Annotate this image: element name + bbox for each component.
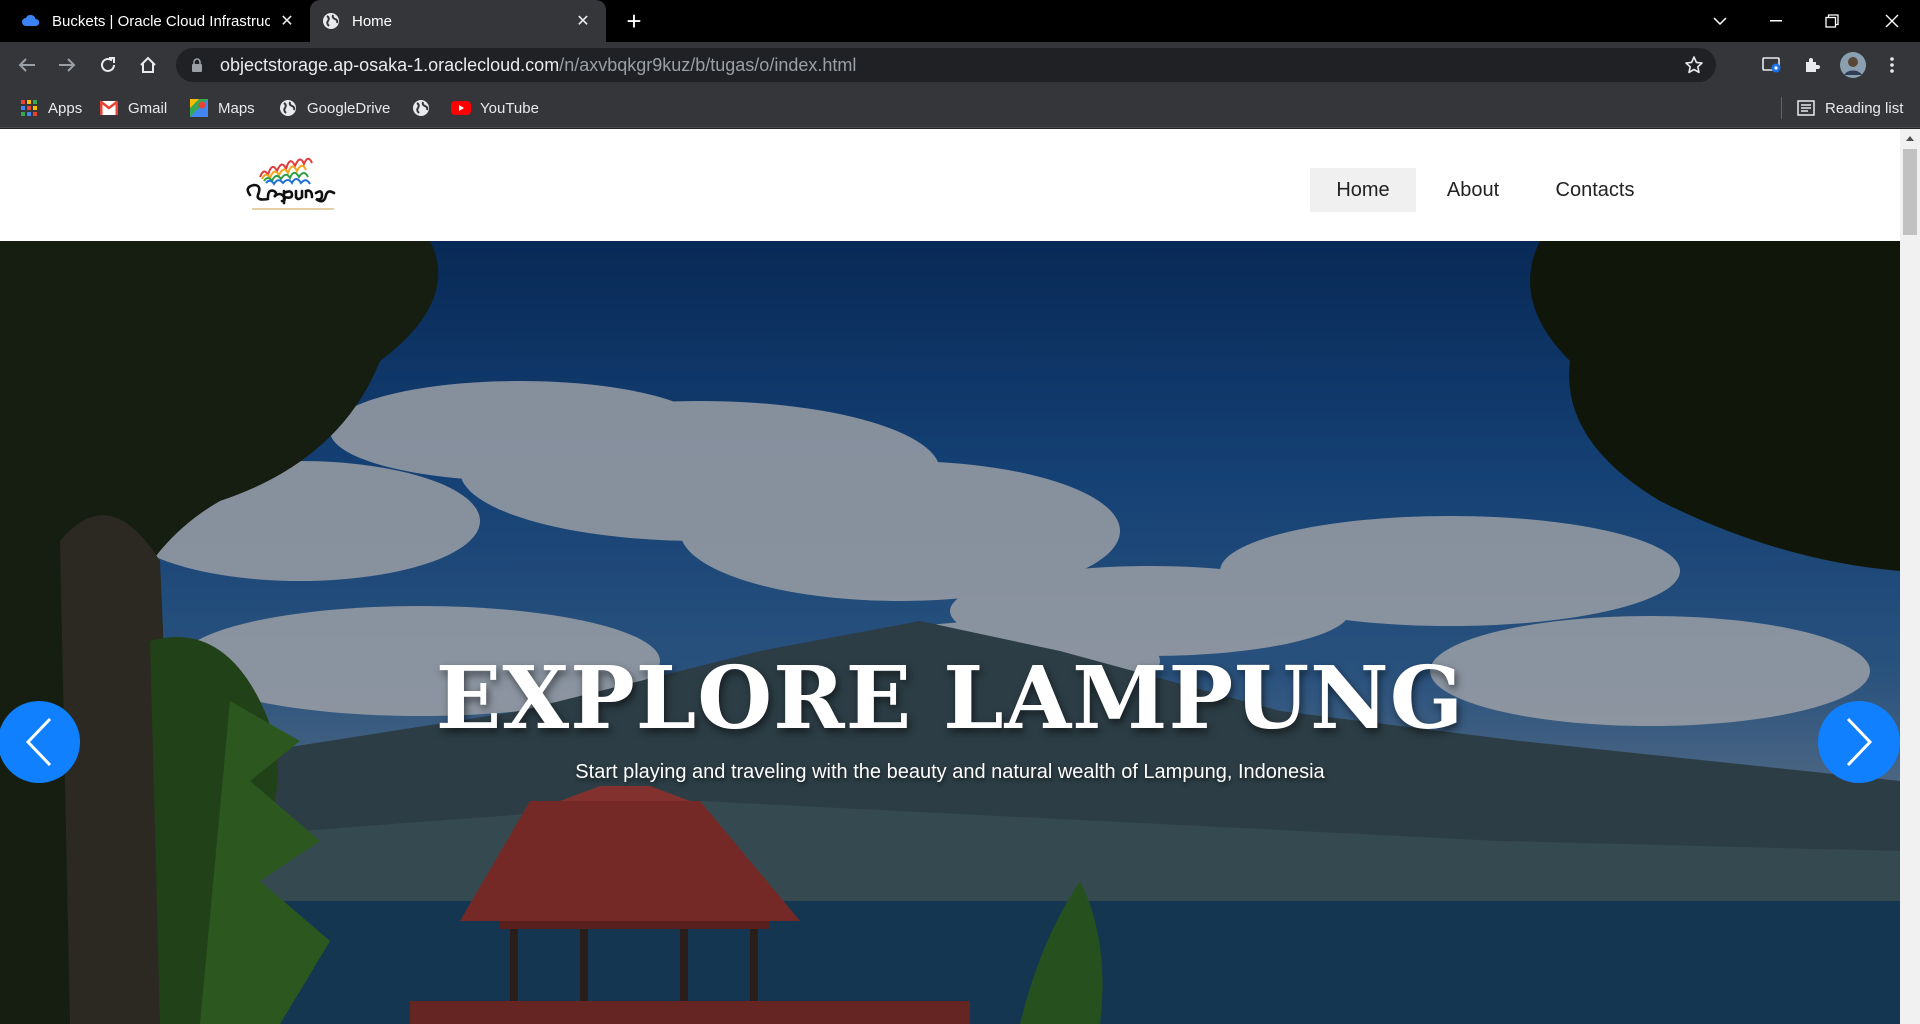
menu-dots-icon[interactable]	[1876, 49, 1908, 81]
bookmarks-bar: Apps Gmail Maps GoogleDrive YouTube Read…	[0, 88, 1920, 128]
reading-list-button[interactable]: Reading list	[1796, 88, 1903, 128]
tab-title: Home	[352, 12, 393, 30]
bookmark-label: GoogleDrive	[307, 99, 391, 117]
bookmark-label: Gmail	[128, 99, 168, 117]
extensions-icon[interactable]	[1796, 49, 1828, 81]
new-tab-button[interactable]: +	[620, 8, 648, 36]
web-page: Home About Contacts EXPLORE LAMPUNG Star…	[0, 129, 1900, 1024]
reading-list-label: Reading list	[1825, 99, 1904, 117]
bookmark-star-icon[interactable]	[1684, 55, 1704, 75]
nav-contacts[interactable]: Contacts	[1540, 168, 1650, 212]
bookmark-apps[interactable]: Apps	[19, 88, 82, 128]
cast-screenshot-icon[interactable]	[1756, 49, 1788, 81]
lock-icon[interactable]	[190, 57, 204, 73]
home-icon[interactable]	[132, 49, 164, 81]
hero-carousel: EXPLORE LAMPUNG Start playing and travel…	[0, 241, 1900, 1024]
hero-overlay	[0, 241, 1900, 1024]
url-path: /n/axvbqkgr9kuz/b/tugas/o/index.html	[559, 54, 857, 75]
chevron-right-icon	[1846, 717, 1873, 767]
reload-icon[interactable]	[92, 49, 124, 81]
bookmark-gmail[interactable]: Gmail	[99, 88, 167, 128]
avatar[interactable]	[1837, 49, 1869, 81]
bookmark-maps[interactable]: Maps	[189, 88, 255, 128]
hero-title: EXPLORE LAMPUNG	[435, 648, 1465, 749]
minimize-icon[interactable]	[1748, 0, 1804, 42]
url-host: objectstorage.ap-osaka-1.oraclecloud.com	[220, 54, 560, 75]
nav-about[interactable]: About	[1428, 168, 1518, 212]
browser-toolbar: objectstorage.ap-osaka-1.oraclecloud.com…	[0, 42, 1920, 88]
bookmark-label: Apps	[48, 99, 83, 117]
page-scrollbar[interactable]	[1900, 129, 1920, 1024]
globe-icon	[322, 12, 340, 30]
tab-search-icon[interactable]	[1692, 0, 1748, 42]
back-icon[interactable]	[11, 49, 43, 81]
tab-home[interactable]: Home ✕	[310, 0, 606, 42]
globe-icon	[411, 98, 431, 118]
maps-icon	[189, 98, 209, 118]
bookmarks-divider	[1781, 97, 1782, 119]
scroll-up-icon[interactable]	[1900, 129, 1920, 147]
bookmark-label: Maps	[218, 99, 255, 117]
nav-home[interactable]: Home	[1310, 168, 1416, 212]
lampung-logo[interactable]	[242, 155, 344, 217]
close-window-icon[interactable]	[1864, 0, 1920, 42]
globe-icon	[278, 98, 298, 118]
apps-grid-icon	[19, 98, 39, 118]
bookmark-youtube[interactable]: YouTube	[451, 88, 539, 128]
tab-strip: Buckets | Oracle Cloud Infrastruct ✕ Hom…	[0, 0, 1920, 42]
bookmark-globe[interactable]	[411, 88, 440, 128]
address-bar[interactable]: objectstorage.ap-osaka-1.oraclecloud.com…	[176, 48, 1716, 82]
site-header: Home About Contacts	[0, 129, 1900, 241]
tab-oracle-buckets[interactable]: Buckets | Oracle Cloud Infrastruct ✕	[10, 0, 310, 42]
hero-subtitle: Start playing and traveling with the bea…	[575, 761, 1325, 783]
youtube-icon	[451, 98, 471, 118]
restore-icon[interactable]	[1804, 0, 1860, 42]
tab-title: Buckets | Oracle Cloud Infrastruct	[52, 12, 270, 30]
close-icon[interactable]: ✕	[572, 10, 594, 32]
carousel-prev-button[interactable]	[0, 701, 80, 783]
carousel-next-button[interactable]	[1818, 701, 1900, 783]
cloud-icon	[22, 12, 40, 30]
url-text: objectstorage.ap-osaka-1.oraclecloud.com…	[220, 55, 856, 76]
scrollbar-thumb[interactable]	[1903, 149, 1917, 235]
chevron-left-icon	[25, 717, 52, 767]
bookmark-googledrive[interactable]: GoogleDrive	[278, 88, 390, 128]
bookmark-label: YouTube	[480, 99, 539, 117]
forward-icon[interactable]	[51, 49, 83, 81]
gmail-icon	[99, 98, 119, 118]
reading-list-icon	[1796, 98, 1816, 118]
close-icon[interactable]: ✕	[276, 10, 298, 32]
